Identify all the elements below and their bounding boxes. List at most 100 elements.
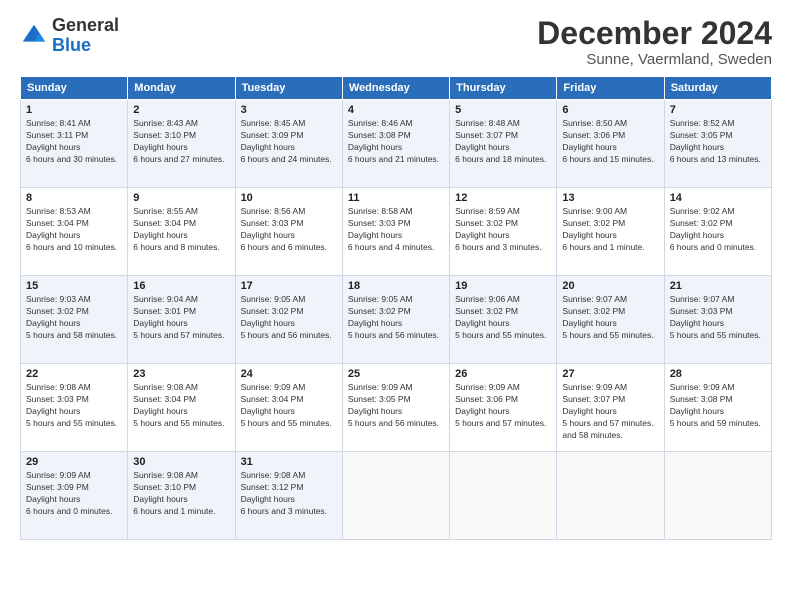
calendar-header-row: Sunday Monday Tuesday Wednesday Thursday… bbox=[21, 77, 772, 100]
day-info: Sunrise: 8:58 AMSunset: 3:03 PMDaylight … bbox=[348, 206, 444, 254]
day-number: 23 bbox=[133, 368, 229, 380]
calendar-cell: 10 Sunrise: 8:56 AMSunset: 3:03 PMDaylig… bbox=[235, 188, 342, 276]
calendar-week-4: 29 Sunrise: 9:09 AMSunset: 3:09 PMDaylig… bbox=[21, 452, 772, 540]
calendar-cell: 4 Sunrise: 8:46 AMSunset: 3:08 PMDayligh… bbox=[342, 100, 449, 188]
day-number: 7 bbox=[670, 104, 766, 116]
day-info: Sunrise: 8:48 AMSunset: 3:07 PMDaylight … bbox=[455, 118, 551, 166]
calendar-cell: 22 Sunrise: 9:08 AMSunset: 3:03 PMDaylig… bbox=[21, 364, 128, 452]
day-info: Sunrise: 9:07 AMSunset: 3:03 PMDaylight … bbox=[670, 294, 766, 342]
day-info: Sunrise: 8:45 AMSunset: 3:09 PMDaylight … bbox=[241, 118, 337, 166]
day-number: 14 bbox=[670, 192, 766, 204]
day-info: Sunrise: 8:56 AMSunset: 3:03 PMDaylight … bbox=[241, 206, 337, 254]
calendar-week-0: 1 Sunrise: 8:41 AMSunset: 3:11 PMDayligh… bbox=[21, 100, 772, 188]
calendar-cell: 20 Sunrise: 9:07 AMSunset: 3:02 PMDaylig… bbox=[557, 276, 664, 364]
day-number: 27 bbox=[562, 368, 658, 380]
main-title: December 2024 bbox=[537, 16, 772, 51]
day-info: Sunrise: 9:07 AMSunset: 3:02 PMDaylight … bbox=[562, 294, 658, 342]
calendar-cell: 30 Sunrise: 9:08 AMSunset: 3:10 PMDaylig… bbox=[128, 452, 235, 540]
day-number: 20 bbox=[562, 280, 658, 292]
header-friday: Friday bbox=[557, 77, 664, 100]
day-number: 24 bbox=[241, 368, 337, 380]
day-number: 1 bbox=[26, 104, 122, 116]
calendar-cell: 14 Sunrise: 9:02 AMSunset: 3:02 PMDaylig… bbox=[664, 188, 771, 276]
calendar-cell: 29 Sunrise: 9:09 AMSunset: 3:09 PMDaylig… bbox=[21, 452, 128, 540]
calendar-cell: 18 Sunrise: 9:05 AMSunset: 3:02 PMDaylig… bbox=[342, 276, 449, 364]
logo-icon bbox=[20, 22, 48, 50]
day-number: 21 bbox=[670, 280, 766, 292]
day-number: 28 bbox=[670, 368, 766, 380]
day-info: Sunrise: 8:52 AMSunset: 3:05 PMDaylight … bbox=[670, 118, 766, 166]
day-number: 6 bbox=[562, 104, 658, 116]
header-sunday: Sunday bbox=[21, 77, 128, 100]
day-number: 17 bbox=[241, 280, 337, 292]
day-number: 15 bbox=[26, 280, 122, 292]
day-info: Sunrise: 9:08 AMSunset: 3:04 PMDaylight … bbox=[133, 382, 229, 430]
calendar-cell: 17 Sunrise: 9:05 AMSunset: 3:02 PMDaylig… bbox=[235, 276, 342, 364]
calendar-cell: 7 Sunrise: 8:52 AMSunset: 3:05 PMDayligh… bbox=[664, 100, 771, 188]
calendar-week-1: 8 Sunrise: 8:53 AMSunset: 3:04 PMDayligh… bbox=[21, 188, 772, 276]
calendar-cell: 24 Sunrise: 9:09 AMSunset: 3:04 PMDaylig… bbox=[235, 364, 342, 452]
day-number: 5 bbox=[455, 104, 551, 116]
day-number: 4 bbox=[348, 104, 444, 116]
day-number: 9 bbox=[133, 192, 229, 204]
day-info: Sunrise: 8:43 AMSunset: 3:10 PMDaylight … bbox=[133, 118, 229, 166]
day-info: Sunrise: 9:06 AMSunset: 3:02 PMDaylight … bbox=[455, 294, 551, 342]
calendar-cell: 28 Sunrise: 9:09 AMSunset: 3:08 PMDaylig… bbox=[664, 364, 771, 452]
day-number: 30 bbox=[133, 456, 229, 468]
day-info: Sunrise: 9:05 AMSunset: 3:02 PMDaylight … bbox=[348, 294, 444, 342]
logo-text: General Blue bbox=[52, 16, 119, 56]
calendar-cell: 5 Sunrise: 8:48 AMSunset: 3:07 PMDayligh… bbox=[450, 100, 557, 188]
calendar-cell: 13 Sunrise: 9:00 AMSunset: 3:02 PMDaylig… bbox=[557, 188, 664, 276]
day-number: 13 bbox=[562, 192, 658, 204]
calendar-cell: 9 Sunrise: 8:55 AMSunset: 3:04 PMDayligh… bbox=[128, 188, 235, 276]
calendar-cell: 27 Sunrise: 9:09 AMSunset: 3:07 PMDaylig… bbox=[557, 364, 664, 452]
calendar-cell: 19 Sunrise: 9:06 AMSunset: 3:02 PMDaylig… bbox=[450, 276, 557, 364]
page: General Blue December 2024 Sunne, Vaerml… bbox=[0, 0, 792, 550]
calendar-cell: 8 Sunrise: 8:53 AMSunset: 3:04 PMDayligh… bbox=[21, 188, 128, 276]
day-number: 18 bbox=[348, 280, 444, 292]
calendar-cell: 12 Sunrise: 8:59 AMSunset: 3:02 PMDaylig… bbox=[450, 188, 557, 276]
calendar-cell bbox=[664, 452, 771, 540]
calendar-cell: 26 Sunrise: 9:09 AMSunset: 3:06 PMDaylig… bbox=[450, 364, 557, 452]
calendar-table: Sunday Monday Tuesday Wednesday Thursday… bbox=[20, 76, 772, 540]
calendar-cell: 15 Sunrise: 9:03 AMSunset: 3:02 PMDaylig… bbox=[21, 276, 128, 364]
header: General Blue December 2024 Sunne, Vaerml… bbox=[20, 16, 772, 68]
day-info: Sunrise: 8:59 AMSunset: 3:02 PMDaylight … bbox=[455, 206, 551, 254]
title-block: December 2024 Sunne, Vaermland, Sweden bbox=[537, 16, 772, 68]
day-number: 12 bbox=[455, 192, 551, 204]
day-info: Sunrise: 9:09 AMSunset: 3:04 PMDaylight … bbox=[241, 382, 337, 430]
day-info: Sunrise: 9:08 AMSunset: 3:10 PMDaylight … bbox=[133, 470, 229, 518]
day-info: Sunrise: 9:09 AMSunset: 3:09 PMDaylight … bbox=[26, 470, 122, 518]
day-info: Sunrise: 9:09 AMSunset: 3:06 PMDaylight … bbox=[455, 382, 551, 430]
calendar-cell: 21 Sunrise: 9:07 AMSunset: 3:03 PMDaylig… bbox=[664, 276, 771, 364]
subtitle: Sunne, Vaermland, Sweden bbox=[537, 51, 772, 68]
calendar-week-2: 15 Sunrise: 9:03 AMSunset: 3:02 PMDaylig… bbox=[21, 276, 772, 364]
calendar-cell: 6 Sunrise: 8:50 AMSunset: 3:06 PMDayligh… bbox=[557, 100, 664, 188]
day-info: Sunrise: 9:02 AMSunset: 3:02 PMDaylight … bbox=[670, 206, 766, 254]
calendar-cell: 1 Sunrise: 8:41 AMSunset: 3:11 PMDayligh… bbox=[21, 100, 128, 188]
day-info: Sunrise: 9:09 AMSunset: 3:05 PMDaylight … bbox=[348, 382, 444, 430]
day-info: Sunrise: 9:08 AMSunset: 3:03 PMDaylight … bbox=[26, 382, 122, 430]
calendar-cell: 23 Sunrise: 9:08 AMSunset: 3:04 PMDaylig… bbox=[128, 364, 235, 452]
calendar-week-3: 22 Sunrise: 9:08 AMSunset: 3:03 PMDaylig… bbox=[21, 364, 772, 452]
header-wednesday: Wednesday bbox=[342, 77, 449, 100]
calendar-cell bbox=[450, 452, 557, 540]
day-number: 3 bbox=[241, 104, 337, 116]
calendar-cell bbox=[557, 452, 664, 540]
calendar-cell: 16 Sunrise: 9:04 AMSunset: 3:01 PMDaylig… bbox=[128, 276, 235, 364]
day-number: 19 bbox=[455, 280, 551, 292]
day-info: Sunrise: 8:46 AMSunset: 3:08 PMDaylight … bbox=[348, 118, 444, 166]
header-tuesday: Tuesday bbox=[235, 77, 342, 100]
logo: General Blue bbox=[20, 16, 119, 56]
day-info: Sunrise: 9:09 AMSunset: 3:07 PMDaylight … bbox=[562, 382, 658, 441]
day-number: 26 bbox=[455, 368, 551, 380]
day-number: 22 bbox=[26, 368, 122, 380]
day-info: Sunrise: 8:55 AMSunset: 3:04 PMDaylight … bbox=[133, 206, 229, 254]
calendar-cell: 31 Sunrise: 9:08 AMSunset: 3:12 PMDaylig… bbox=[235, 452, 342, 540]
day-number: 8 bbox=[26, 192, 122, 204]
day-number: 2 bbox=[133, 104, 229, 116]
day-number: 31 bbox=[241, 456, 337, 468]
header-thursday: Thursday bbox=[450, 77, 557, 100]
calendar-cell: 11 Sunrise: 8:58 AMSunset: 3:03 PMDaylig… bbox=[342, 188, 449, 276]
calendar-cell: 25 Sunrise: 9:09 AMSunset: 3:05 PMDaylig… bbox=[342, 364, 449, 452]
